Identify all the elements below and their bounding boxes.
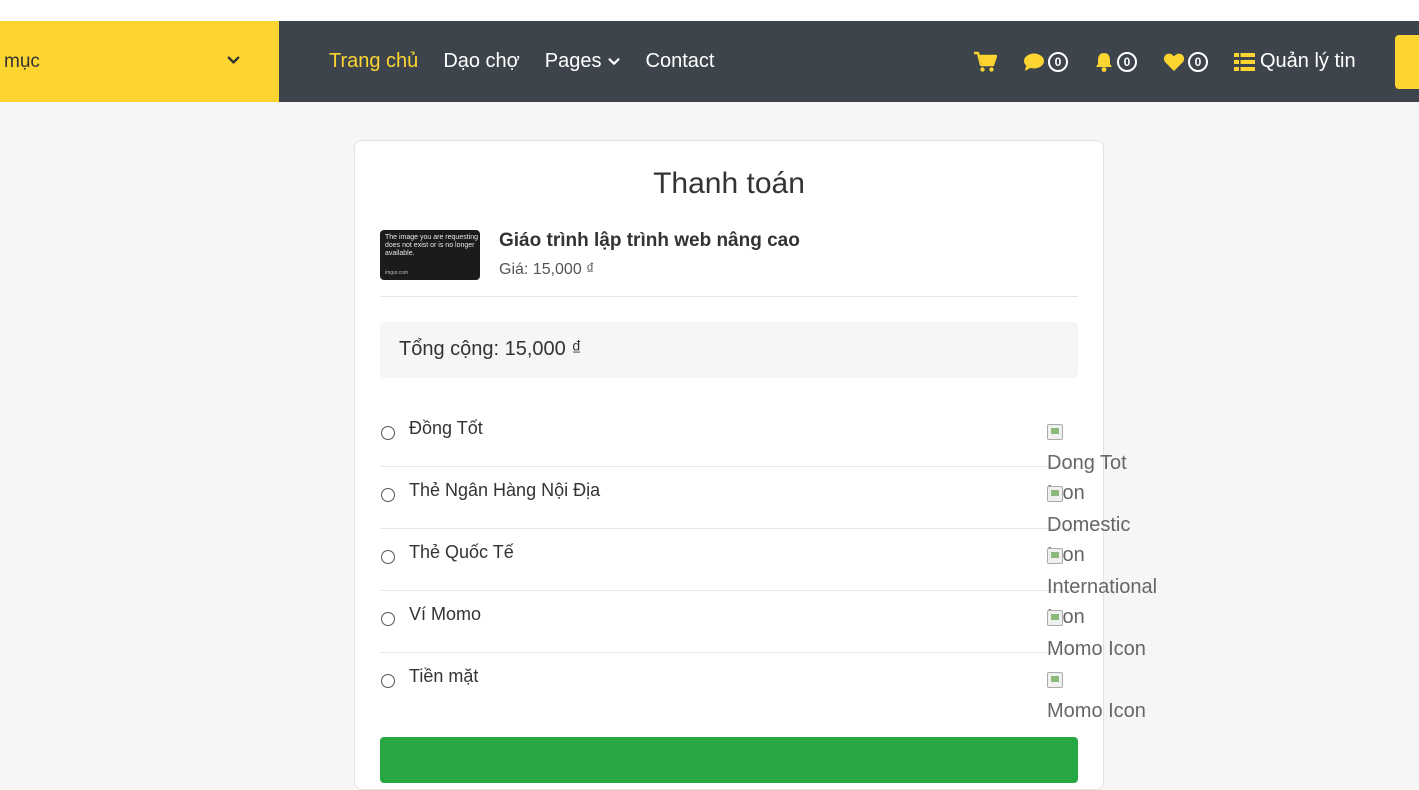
cart-button[interactable] [973,51,997,73]
favorites-count-badge: 0 [1188,51,1208,72]
messages-button[interactable]: 0 [1023,51,1068,72]
main-nav: Trang chủ Dạo chợ Pages Contact [329,21,739,102]
payment-method-label: Thẻ Ngân Hàng Nội Địa [409,480,601,500]
product-price: Giá: 15,000 ₫ [499,261,595,278]
payment-method-label: Đồng Tốt [409,418,483,438]
nav-home-label: Trang chủ [329,50,419,72]
product-name: Giáo trình lập trình web nâng cao [499,230,800,251]
list-icon [1234,52,1255,71]
product-row: The image you are requesting does not ex… [380,230,1078,297]
radio-button[interactable] [381,612,395,626]
post-listing-button[interactable] [1395,35,1419,89]
page-title: Thanh toán [653,167,805,200]
notifications-count-badge: 0 [1117,51,1137,72]
manage-listings-link[interactable]: Quản lý tin [1234,50,1356,73]
messages-count-badge: 0 [1048,51,1068,72]
broken-image-icon [1047,548,1063,564]
image-placeholder-site: imgur.com [385,270,409,276]
radio-button[interactable] [381,550,395,564]
category-label: mục [4,50,40,72]
nav-pages[interactable]: Pages [545,50,621,73]
nav-contact-label: Contact [645,50,715,72]
comment-icon [1024,53,1044,71]
payment-method-label: Tiền mặt [409,666,479,686]
bell-icon [1096,52,1112,72]
cash-icon: Momo Icon [1047,666,1167,726]
broken-image-icon [1047,672,1063,688]
category-dropdown[interactable]: mục [0,21,279,102]
broken-image-icon [1047,610,1063,626]
product-image: The image you are requesting does not ex… [380,230,480,280]
radio-button[interactable] [381,674,395,688]
top-strip [0,0,1419,21]
icon-alt-text: Momo Icon [1047,700,1146,722]
manage-listings-label: Quản lý tin [1260,50,1356,72]
nav-contact[interactable]: Contact [646,50,715,73]
header-icons: 0 0 0 Quản lý tin [973,21,1356,102]
radio-button[interactable] [381,426,395,440]
heart-icon [1163,53,1185,71]
payment-method-dong-tot[interactable]: Đồng Tốt Dong Tot Icon [380,405,1127,504]
payment-method-momo[interactable]: Ví Momo Momo Icon [380,591,1146,660]
chevron-down-icon [608,57,620,65]
image-placeholder-text: The image you are requesting does not ex… [385,234,478,257]
payment-methods: Đồng Tốt Dong Tot Icon Thẻ Ngân Hàng Nội… [380,405,1157,722]
checkout-card: Thanh toán The image you are requesting … [354,140,1157,790]
broken-image-icon [1047,486,1063,502]
payment-method-label: Thẻ Quốc Tế [409,542,514,562]
nav-market-label: Dạo chợ [443,50,520,72]
nav-market[interactable]: Dạo chợ [443,50,519,73]
payment-method-international[interactable]: Thẻ Quốc Tế International Icon [380,529,1157,628]
notifications-button[interactable]: 0 [1094,51,1137,73]
navbar: mục Trang chủ Dạo chợ Pages Contact 0 0 … [0,21,1419,102]
broken-image-icon [1047,424,1063,440]
payment-method-cash[interactable]: Tiền mặt Momo Icon [380,653,1146,722]
nav-pages-label: Pages [544,50,602,72]
chevron-down-icon [227,56,240,64]
cart-icon [974,51,997,72]
payment-method-label: Ví Momo [409,604,482,624]
radio-button[interactable] [381,488,395,502]
nav-home[interactable]: Trang chủ [329,50,418,73]
order-total: Tổng cộng: 15,000 ₫ [380,322,1078,378]
payment-method-domestic[interactable]: Thẻ Ngân Hàng Nội Địa Domestic Icon [380,467,1130,566]
favorites-button[interactable]: 0 [1163,51,1208,72]
pay-button[interactable] [380,737,1078,783]
